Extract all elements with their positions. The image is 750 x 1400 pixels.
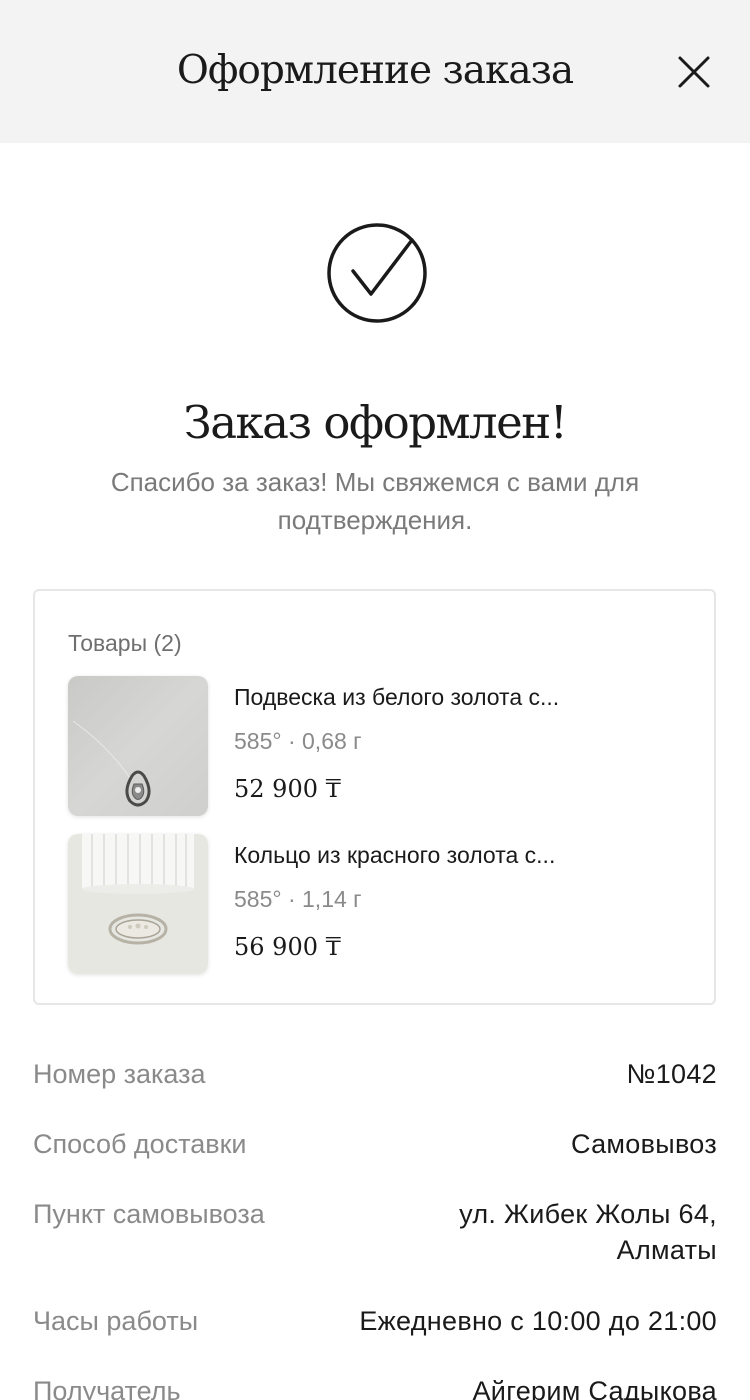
- check-circle-icon: [326, 222, 428, 324]
- working-hours-label: Часы работы: [33, 1306, 199, 1336]
- item-price: 56 900 ₸: [234, 933, 341, 961]
- order-items-card: Товары (2) Подвеска из белого золота с..…: [33, 589, 716, 1005]
- items-count-label: Товары (2): [68, 630, 182, 656]
- success-title: Заказ оформлен!: [183, 396, 568, 449]
- delivery-method-label: Способ доставки: [33, 1129, 247, 1159]
- item-specs: 585° · 0,68 г: [234, 728, 362, 754]
- pickup-point-value: ул. Жибек Жолы 64, Алматы: [459, 1199, 717, 1265]
- pendant-photo: [68, 676, 208, 816]
- ring-photo: [68, 834, 208, 974]
- order-number-label: Номер заказа: [33, 1059, 206, 1089]
- item-specs: 585° · 1,14 г: [234, 886, 362, 912]
- recipient-label: Получатель: [33, 1376, 181, 1400]
- order-item[interactable]: Кольцо из красного золота с... 585° · 1,…: [68, 834, 688, 974]
- recipient-value: Айгерим Садыкова: [472, 1376, 717, 1400]
- close-icon: [678, 56, 710, 88]
- working-hours-value: Ежедневно с 10:00 до 21:00: [359, 1306, 717, 1336]
- header-bar: Оформление заказа: [0, 0, 750, 143]
- item-price: 52 900 ₸: [234, 775, 341, 803]
- item-name: Кольцо из красного золота с...: [234, 842, 556, 868]
- order-number-value: №1042: [626, 1059, 717, 1089]
- success-subtitle: Спасибо за заказ! Мы свяжемся с вами для…: [110, 467, 640, 535]
- pickup-point-label: Пункт самовывоза: [33, 1199, 265, 1229]
- close-button[interactable]: [668, 46, 720, 98]
- item-name: Подвеска из белого золота с...: [234, 684, 560, 710]
- order-item[interactable]: Подвеска из белого золота с... 585° · 0,…: [68, 676, 688, 816]
- delivery-method-value: Самовывоз: [571, 1129, 717, 1159]
- page-title: Оформление заказа: [176, 48, 574, 93]
